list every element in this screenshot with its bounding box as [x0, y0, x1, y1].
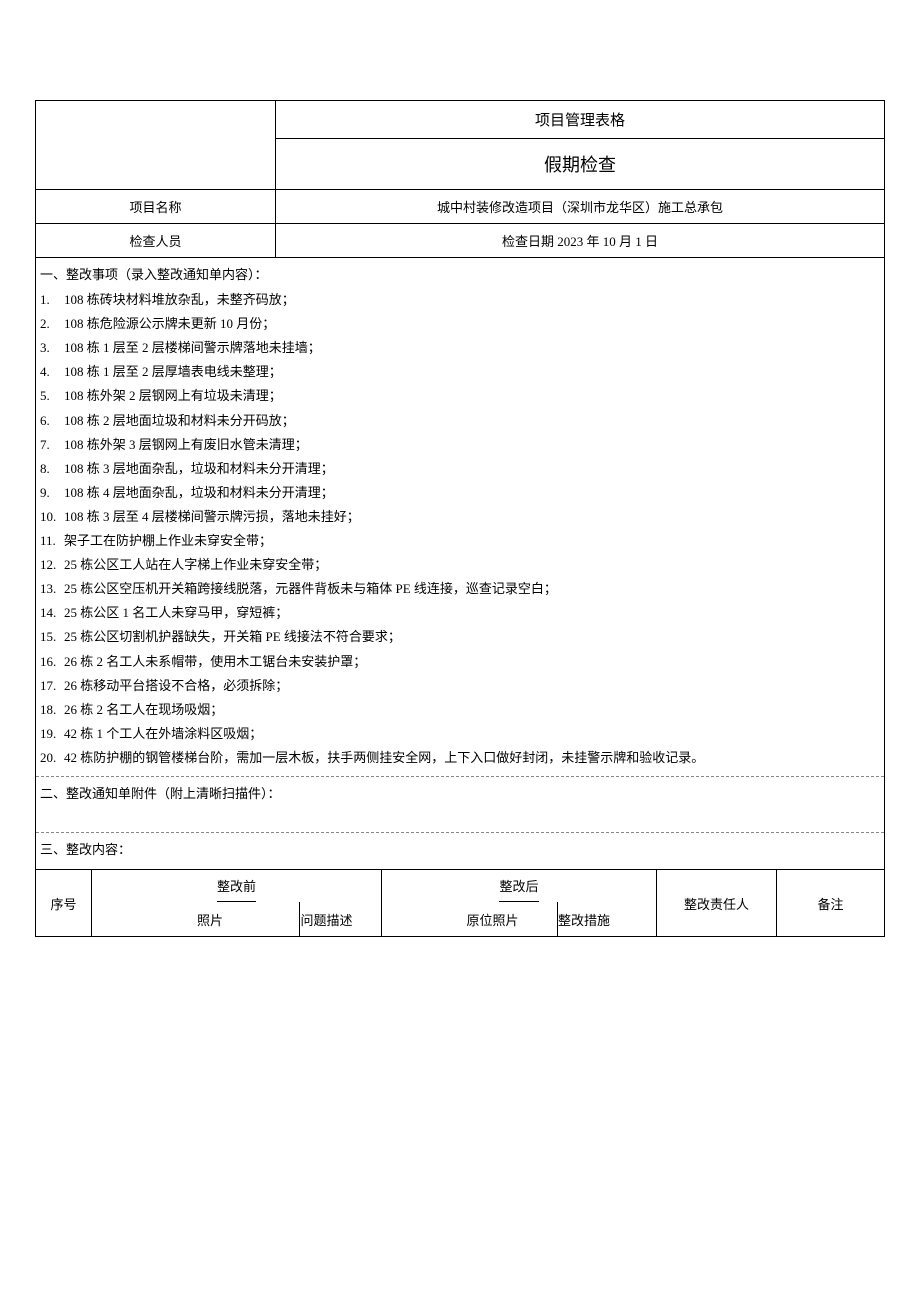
list-item: 13.25 栋公区空压机开关箱跨接线脱落，元器件背板未与箱体 PE 线连接，巡查… [40, 577, 880, 601]
list-item-text: 108 栋外架 3 层钢网上有废旧水管未清理； [64, 434, 880, 456]
list-item: 19.42 栋 1 个工人在外墙涂料区吸烟； [40, 722, 880, 746]
rectification-table: 序号 整改前 照片 问题描述 整改后 原位照片 整改措施 整改责任人 备注 [36, 870, 884, 936]
list-item: 9.108 栋 4 层地面杂乱，垃圾和材料未分开清理； [40, 481, 880, 505]
list-item-number: 12. [40, 554, 64, 576]
project-row: 项目名称 城中村装修改造项目（深圳市龙华区）施工总承包 [36, 190, 884, 224]
col-after-photo: 原位照片 [428, 902, 558, 936]
col-note: 备注 [777, 870, 884, 936]
list-item: 10.108 栋 3 层至 4 层楼梯间警示牌污损，落地未挂好； [40, 505, 880, 529]
header-row: 项目管理表格 假期检查 [36, 101, 884, 190]
list-item-text: 108 栋 2 层地面垃圾和材料未分开码放； [64, 410, 880, 432]
list-item-text: 26 栋 2 名工人未系帽带，使用木工锯台未安装护罩； [64, 651, 880, 673]
section-3: 三、整改内容： [36, 833, 884, 870]
check-date: 检查日期 2023 年 10 月 1 日 [276, 224, 884, 257]
header-right: 项目管理表格 假期检查 [276, 101, 884, 189]
list-item: 3.108 栋 1 层至 2 层楼梯间警示牌落地未挂墙； [40, 336, 880, 360]
list-item: 7.108 栋外架 3 层钢网上有废旧水管未清理； [40, 433, 880, 457]
list-item-text: 25 栋公区切割机护器缺失，开关箱 PE 线接法不符合要求； [64, 626, 880, 648]
inspector-label: 检查人员 [36, 224, 276, 257]
list-item-number: 4. [40, 361, 64, 383]
col-after-measure: 整改措施 [558, 902, 610, 936]
col-before: 整改前 [217, 870, 256, 902]
list-item-text: 108 栋砖块材料堆放杂乱，未整齐码放； [64, 289, 880, 311]
list-item-text: 架子工在防护棚上作业未穿安全带； [64, 530, 880, 552]
list-item-text: 25 栋公区空压机开关箱跨接线脱落，元器件背板未与箱体 PE 线连接，巡查记录空… [64, 578, 880, 600]
list-item-text: 26 栋 2 名工人在现场吸烟； [64, 699, 880, 721]
inspector-row: 检查人员 检查日期 2023 年 10 月 1 日 [36, 224, 884, 258]
list-item-text: 42 栋 1 个工人在外墙涂料区吸烟； [64, 723, 880, 745]
list-item: 12.25 栋公区工人站在人字梯上作业未穿安全带； [40, 553, 880, 577]
form-type: 项目管理表格 [276, 101, 884, 139]
list-item: 15.25 栋公区切割机护器缺失，开关箱 PE 线接法不符合要求； [40, 625, 880, 649]
form-title: 假期检查 [276, 139, 884, 189]
list-item-number: 13. [40, 578, 64, 600]
list-item-text: 108 栋 3 层至 4 层楼梯间警示牌污损，落地未挂好； [64, 506, 880, 528]
list-item: 20.42 栋防护棚的钢管楼梯台阶，需加一层木板，扶手两侧挂安全网，上下入口做好… [40, 746, 880, 770]
list-item-text: 26 栋移动平台搭设不合格，必须拆除； [64, 675, 880, 697]
list-item-number: 20. [40, 747, 64, 769]
header-left-blank [36, 101, 276, 189]
project-label: 项目名称 [36, 190, 276, 223]
form-container: 项目管理表格 假期检查 项目名称 城中村装修改造项目（深圳市龙华区）施工总承包 … [35, 100, 885, 937]
list-item: 17.26 栋移动平台搭设不合格，必须拆除； [40, 674, 880, 698]
list-item-number: 2. [40, 313, 64, 335]
list-item-text: 108 栋 1 层至 2 层楼梯间警示牌落地未挂墙； [64, 337, 880, 359]
list-item-number: 16. [40, 651, 64, 673]
section-2-title: 二、整改通知单附件（附上清晰扫描件）： [40, 783, 880, 805]
col-before-group: 整改前 照片 问题描述 [92, 870, 382, 936]
list-item: 8.108 栋 3 层地面杂乱，垃圾和材料未分开清理； [40, 457, 880, 481]
list-item-number: 15. [40, 626, 64, 648]
list-item-number: 19. [40, 723, 64, 745]
list-item-text: 108 栋 4 层地面杂乱，垃圾和材料未分开清理； [64, 482, 880, 504]
list-item-number: 17. [40, 675, 64, 697]
project-value: 城中村装修改造项目（深圳市龙华区）施工总承包 [276, 190, 884, 223]
list-item-number: 8. [40, 458, 64, 480]
col-before-photo: 照片 [120, 902, 300, 936]
list-item-text: 42 栋防护棚的钢管楼梯台阶，需加一层木板，扶手两侧挂安全网，上下入口做好封闭，… [64, 747, 880, 769]
list-item-number: 7. [40, 434, 64, 456]
list-item-text: 108 栋 3 层地面杂乱，垃圾和材料未分开清理； [64, 458, 880, 480]
list-item-text: 25 栋公区工人站在人字梯上作业未穿安全带； [64, 554, 880, 576]
list-item: 6.108 栋 2 层地面垃圾和材料未分开码放； [40, 409, 880, 433]
section-1-title: 一、整改事项（录入整改通知单内容）： [40, 264, 880, 286]
col-before-desc: 问题描述 [300, 902, 352, 936]
section-2: 二、整改通知单附件（附上清晰扫描件）： [36, 777, 884, 833]
section-1: 一、整改事项（录入整改通知单内容）： 1.108 栋砖块材料堆放杂乱，未整齐码放… [36, 258, 884, 777]
list-item-text: 108 栋外架 2 层钢网上有垃圾未清理； [64, 385, 880, 407]
table-header-row: 序号 整改前 照片 问题描述 整改后 原位照片 整改措施 整改责任人 备注 [36, 870, 884, 936]
list-item: 1.108 栋砖块材料堆放杂乱，未整齐码放； [40, 288, 880, 312]
list-item: 18.26 栋 2 名工人在现场吸烟； [40, 698, 880, 722]
list-item: 16.26 栋 2 名工人未系帽带，使用木工锯台未安装护罩； [40, 650, 880, 674]
list-item-number: 10. [40, 506, 64, 528]
list-item: 11.架子工在防护棚上作业未穿安全带； [40, 529, 880, 553]
list-item-text: 108 栋 1 层至 2 层厚墙表电线未整理； [64, 361, 880, 383]
col-after: 整改后 [499, 870, 538, 902]
list-item: 2.108 栋危险源公示牌未更新 10 月份； [40, 312, 880, 336]
list-item-text: 108 栋危险源公示牌未更新 10 月份； [64, 313, 880, 335]
list-item-number: 9. [40, 482, 64, 504]
list-item: 5.108 栋外架 2 层钢网上有垃圾未清理； [40, 384, 880, 408]
list-item-text: 25 栋公区 1 名工人未穿马甲，穿短裤； [64, 602, 880, 624]
list-item-number: 11. [40, 530, 64, 552]
list-item: 4.108 栋 1 层至 2 层厚墙表电线未整理； [40, 360, 880, 384]
list-item-number: 3. [40, 337, 64, 359]
list-item-number: 1. [40, 289, 64, 311]
col-after-group: 整改后 原位照片 整改措施 [382, 870, 657, 936]
list-item-number: 6. [40, 410, 64, 432]
col-person: 整改责任人 [657, 870, 777, 936]
section-3-title: 三、整改内容： [40, 839, 880, 861]
list-item-number: 18. [40, 699, 64, 721]
list-item: 14.25 栋公区 1 名工人未穿马甲，穿短裤； [40, 601, 880, 625]
list-item-number: 5. [40, 385, 64, 407]
col-seq: 序号 [36, 870, 92, 936]
list-item-number: 14. [40, 602, 64, 624]
rectification-list: 1.108 栋砖块材料堆放杂乱，未整齐码放；2.108 栋危险源公示牌未更新 1… [40, 288, 880, 770]
